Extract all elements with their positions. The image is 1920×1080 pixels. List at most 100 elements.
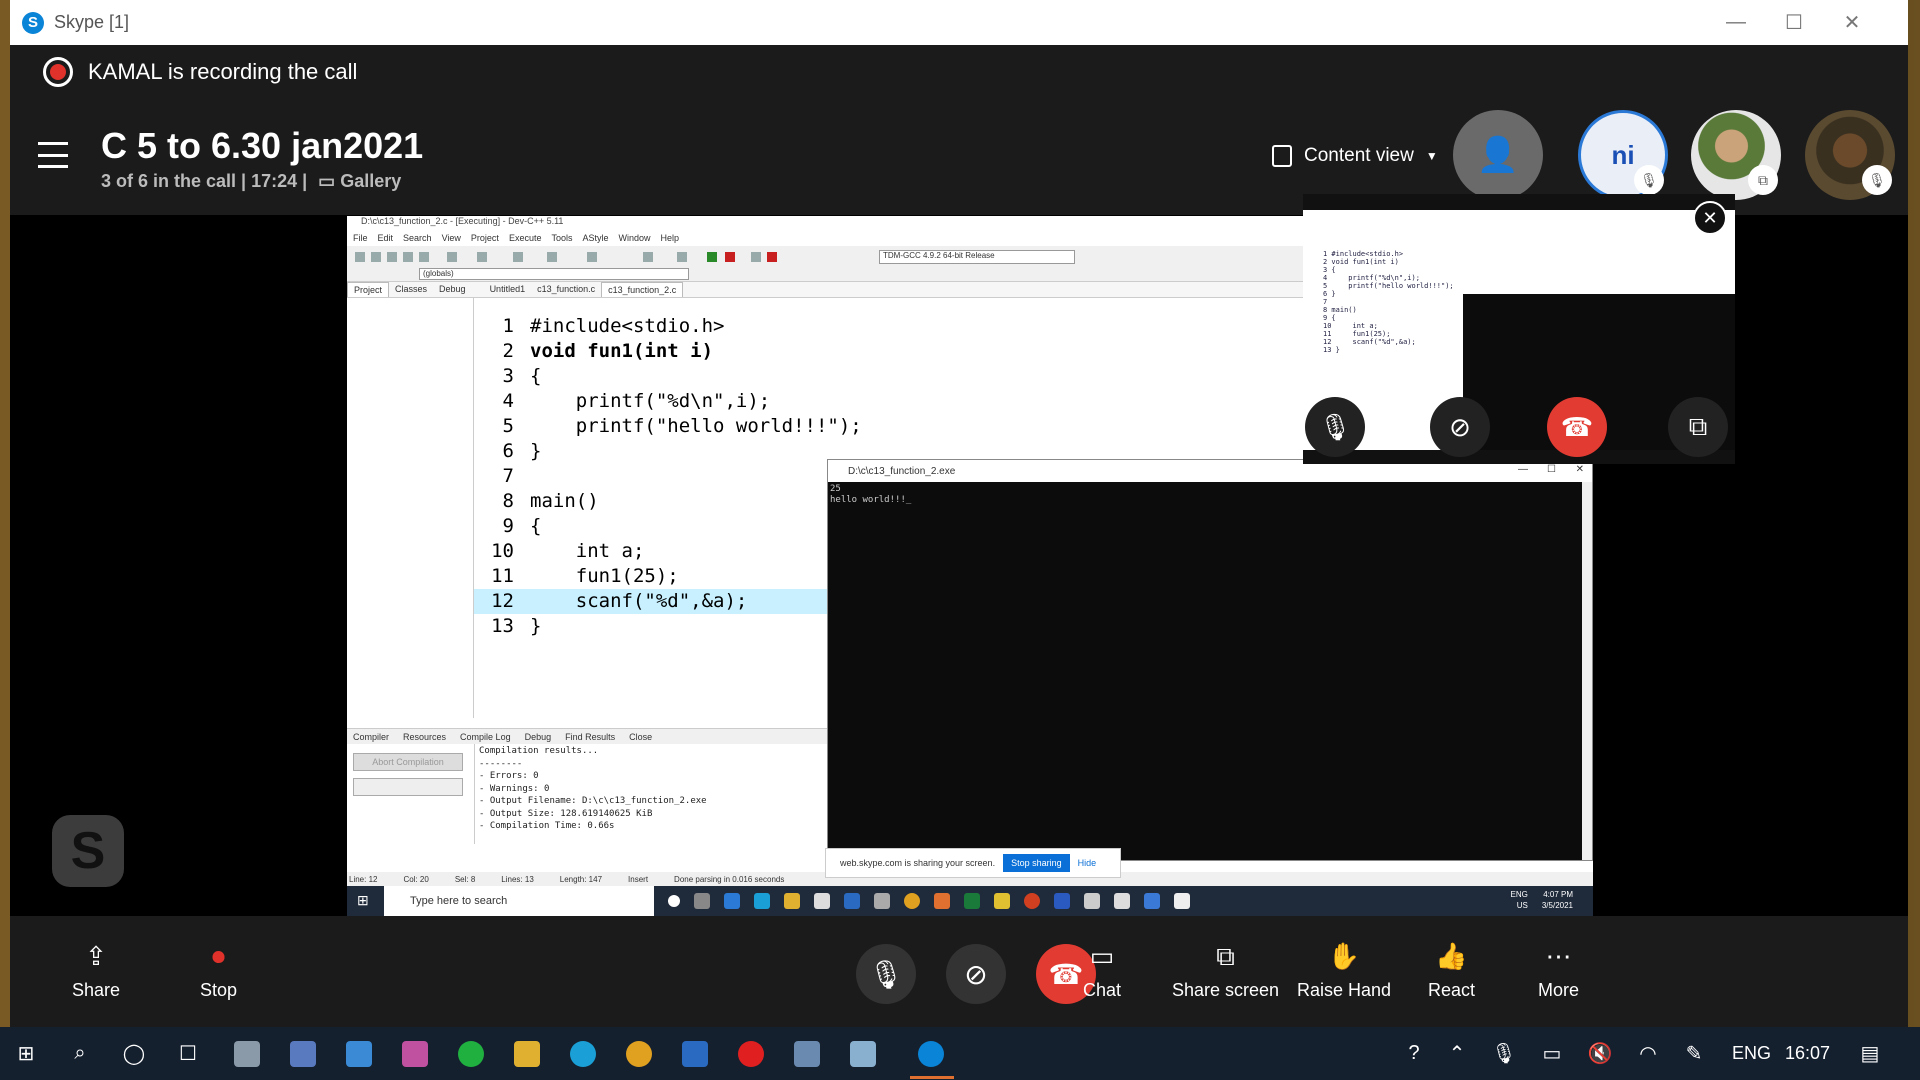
toolbar-icon[interactable] bbox=[419, 252, 429, 262]
tab-close[interactable]: Close bbox=[629, 732, 652, 742]
task-view-icon[interactable]: ☐ bbox=[174, 1039, 202, 1067]
toolbar-icon[interactable] bbox=[371, 252, 381, 262]
menu-search[interactable]: Search bbox=[403, 233, 432, 243]
hide-button[interactable]: Hide bbox=[1078, 858, 1097, 868]
toolbar-icon[interactable] bbox=[587, 252, 597, 262]
mute-button[interactable]: 🎙 bbox=[856, 944, 916, 1004]
close-preview-button[interactable]: ✕ bbox=[1693, 201, 1727, 235]
toolbar-icon[interactable] bbox=[477, 252, 487, 262]
app-icon[interactable] bbox=[682, 1041, 708, 1067]
app-icon[interactable] bbox=[850, 1041, 876, 1067]
menu-project[interactable]: Project bbox=[471, 233, 499, 243]
whatsapp-icon[interactable] bbox=[458, 1041, 484, 1067]
toolbar-icon[interactable] bbox=[751, 252, 761, 262]
stop-sharing-button[interactable]: Stop sharing bbox=[1003, 854, 1070, 872]
toolbar-icon[interactable] bbox=[547, 252, 557, 262]
menu-execute[interactable]: Execute bbox=[509, 233, 542, 243]
stop-recording-button[interactable]: ⏺ Stop bbox=[200, 936, 237, 1001]
tab-classes[interactable]: Classes bbox=[389, 282, 433, 297]
edge-chromium-icon bbox=[754, 893, 770, 909]
app-icon[interactable] bbox=[402, 1041, 428, 1067]
gallery-icon[interactable]: ▭ bbox=[318, 171, 335, 191]
more-button[interactable]: ⋯ More bbox=[1538, 936, 1579, 1001]
windows-taskbar: ⊞ ⌕ ◯ ☐ ? ⌃ 🎙 ▭ 🔇 ◠ ✎ ENG 16:07 ▤ bbox=[0, 1027, 1920, 1080]
tab-compiler[interactable]: Compiler bbox=[353, 732, 389, 742]
menu-edit[interactable]: Edit bbox=[378, 233, 394, 243]
menu-view[interactable]: View bbox=[442, 233, 461, 243]
tab-untitled1[interactable]: Untitled1 bbox=[484, 282, 532, 297]
toolbar-icon[interactable] bbox=[767, 252, 777, 262]
menu-tools[interactable]: Tools bbox=[551, 233, 572, 243]
tab-debug-bottom[interactable]: Debug bbox=[525, 732, 552, 742]
app-icon[interactable] bbox=[346, 1041, 372, 1067]
app-icon[interactable] bbox=[234, 1041, 260, 1067]
battery-icon[interactable]: ▭ bbox=[1538, 1039, 1566, 1067]
app-icon[interactable] bbox=[290, 1041, 316, 1067]
console-close-button[interactable]: ✕ bbox=[1576, 464, 1584, 475]
globals-select[interactable]: (globals) bbox=[419, 268, 689, 280]
tab-project[interactable]: Project bbox=[347, 282, 390, 297]
cortana-icon[interactable]: ◯ bbox=[120, 1039, 148, 1067]
toolbar-icon[interactable] bbox=[403, 252, 413, 262]
menu-help[interactable]: Help bbox=[661, 233, 680, 243]
tab-resources[interactable]: Resources bbox=[403, 732, 446, 742]
preview-popout-icon[interactable]: ⧉ bbox=[1668, 397, 1728, 457]
close-button[interactable]: ✕ bbox=[1817, 0, 1887, 45]
toolbar-icon[interactable] bbox=[513, 252, 523, 262]
stop-icon[interactable] bbox=[725, 252, 735, 262]
console-scrollbar[interactable] bbox=[1582, 482, 1592, 860]
skype-taskbar-icon[interactable] bbox=[918, 1041, 944, 1067]
tab-debug[interactable]: Debug bbox=[433, 282, 472, 297]
abort-compilation-button[interactable]: Abort Compilation bbox=[353, 753, 463, 771]
compile-icon[interactable] bbox=[707, 252, 717, 262]
toolbar-icon[interactable] bbox=[677, 252, 687, 262]
volume-muted-icon[interactable]: 🔇 bbox=[1586, 1039, 1614, 1067]
file-explorer-icon[interactable] bbox=[514, 1041, 540, 1067]
console-maximize-button[interactable]: ☐ bbox=[1547, 464, 1556, 475]
menu-icon[interactable] bbox=[38, 142, 68, 168]
tab-find-results[interactable]: Find Results bbox=[565, 732, 615, 742]
toolbar-icon[interactable] bbox=[355, 252, 365, 262]
notifications-icon[interactable]: ▤ bbox=[1856, 1039, 1884, 1067]
preview-video-off-icon[interactable]: ⊘ bbox=[1430, 397, 1490, 457]
windows-start-icon[interactable]: ⊞ bbox=[12, 1039, 40, 1067]
raise-hand-button[interactable]: ✋ Raise Hand bbox=[1297, 936, 1391, 1001]
pen-icon[interactable]: ✎ bbox=[1680, 1039, 1708, 1067]
search-icon[interactable]: ⌕ bbox=[66, 1039, 94, 1067]
tab-c13-function[interactable]: c13_function.c bbox=[531, 282, 601, 297]
wifi-icon[interactable]: ◠ bbox=[1634, 1039, 1662, 1067]
share-button[interactable]: ⇪ Share bbox=[72, 936, 120, 1001]
language-indicator[interactable]: ENG bbox=[1732, 1043, 1771, 1064]
help-icon[interactable]: ? bbox=[1400, 1039, 1428, 1067]
menu-file[interactable]: File bbox=[353, 233, 368, 243]
menu-window[interactable]: Window bbox=[619, 233, 651, 243]
tab-compile-log[interactable]: Compile Log bbox=[460, 732, 511, 742]
react-button[interactable]: 👍 React bbox=[1428, 936, 1475, 1001]
video-off-button[interactable]: ⊘ bbox=[946, 944, 1006, 1004]
share-screen-button[interactable]: ⧉ Share screen bbox=[1172, 936, 1279, 1001]
content-view-dropdown[interactable]: Content view ▼ bbox=[1272, 145, 1438, 167]
menu-astyle[interactable]: AStyle bbox=[582, 233, 608, 243]
tab-c13-function-2[interactable]: c13_function_2.c bbox=[601, 282, 684, 297]
toolbar-icon[interactable] bbox=[643, 252, 653, 262]
gallery-label[interactable]: Gallery bbox=[340, 171, 401, 191]
opera-icon[interactable] bbox=[738, 1041, 764, 1067]
add-participant-button[interactable]: 👤 bbox=[1453, 110, 1543, 200]
code-text: } bbox=[530, 440, 542, 462]
compiler-select[interactable]: TDM-GCC 4.9.2 64-bit Release bbox=[879, 250, 1075, 264]
microphone-icon[interactable]: 🎙 bbox=[1490, 1039, 1518, 1067]
code-line: 3{ bbox=[502, 365, 542, 387]
console-window[interactable]: D:\c\c13_function_2.exe — ☐ ✕ 25 hello w… bbox=[827, 459, 1593, 861]
chevron-up-icon[interactable]: ⌃ bbox=[1443, 1039, 1471, 1067]
edge-icon[interactable] bbox=[570, 1041, 596, 1067]
console-minimize-button[interactable]: — bbox=[1518, 464, 1528, 475]
preview-mic-off-icon[interactable]: 🎙 bbox=[1305, 397, 1365, 457]
toolbar-icon[interactable] bbox=[447, 252, 457, 262]
calculator-icon[interactable] bbox=[794, 1041, 820, 1067]
preview-hangup-icon[interactable]: ☎ bbox=[1547, 397, 1607, 457]
clock[interactable]: 16:07 bbox=[1785, 1043, 1830, 1064]
toolbar-icon[interactable] bbox=[387, 252, 397, 262]
chrome-icon[interactable] bbox=[626, 1041, 652, 1067]
chat-button[interactable]: ▭ Chat bbox=[1083, 936, 1121, 1001]
content-view-icon bbox=[1272, 145, 1292, 167]
